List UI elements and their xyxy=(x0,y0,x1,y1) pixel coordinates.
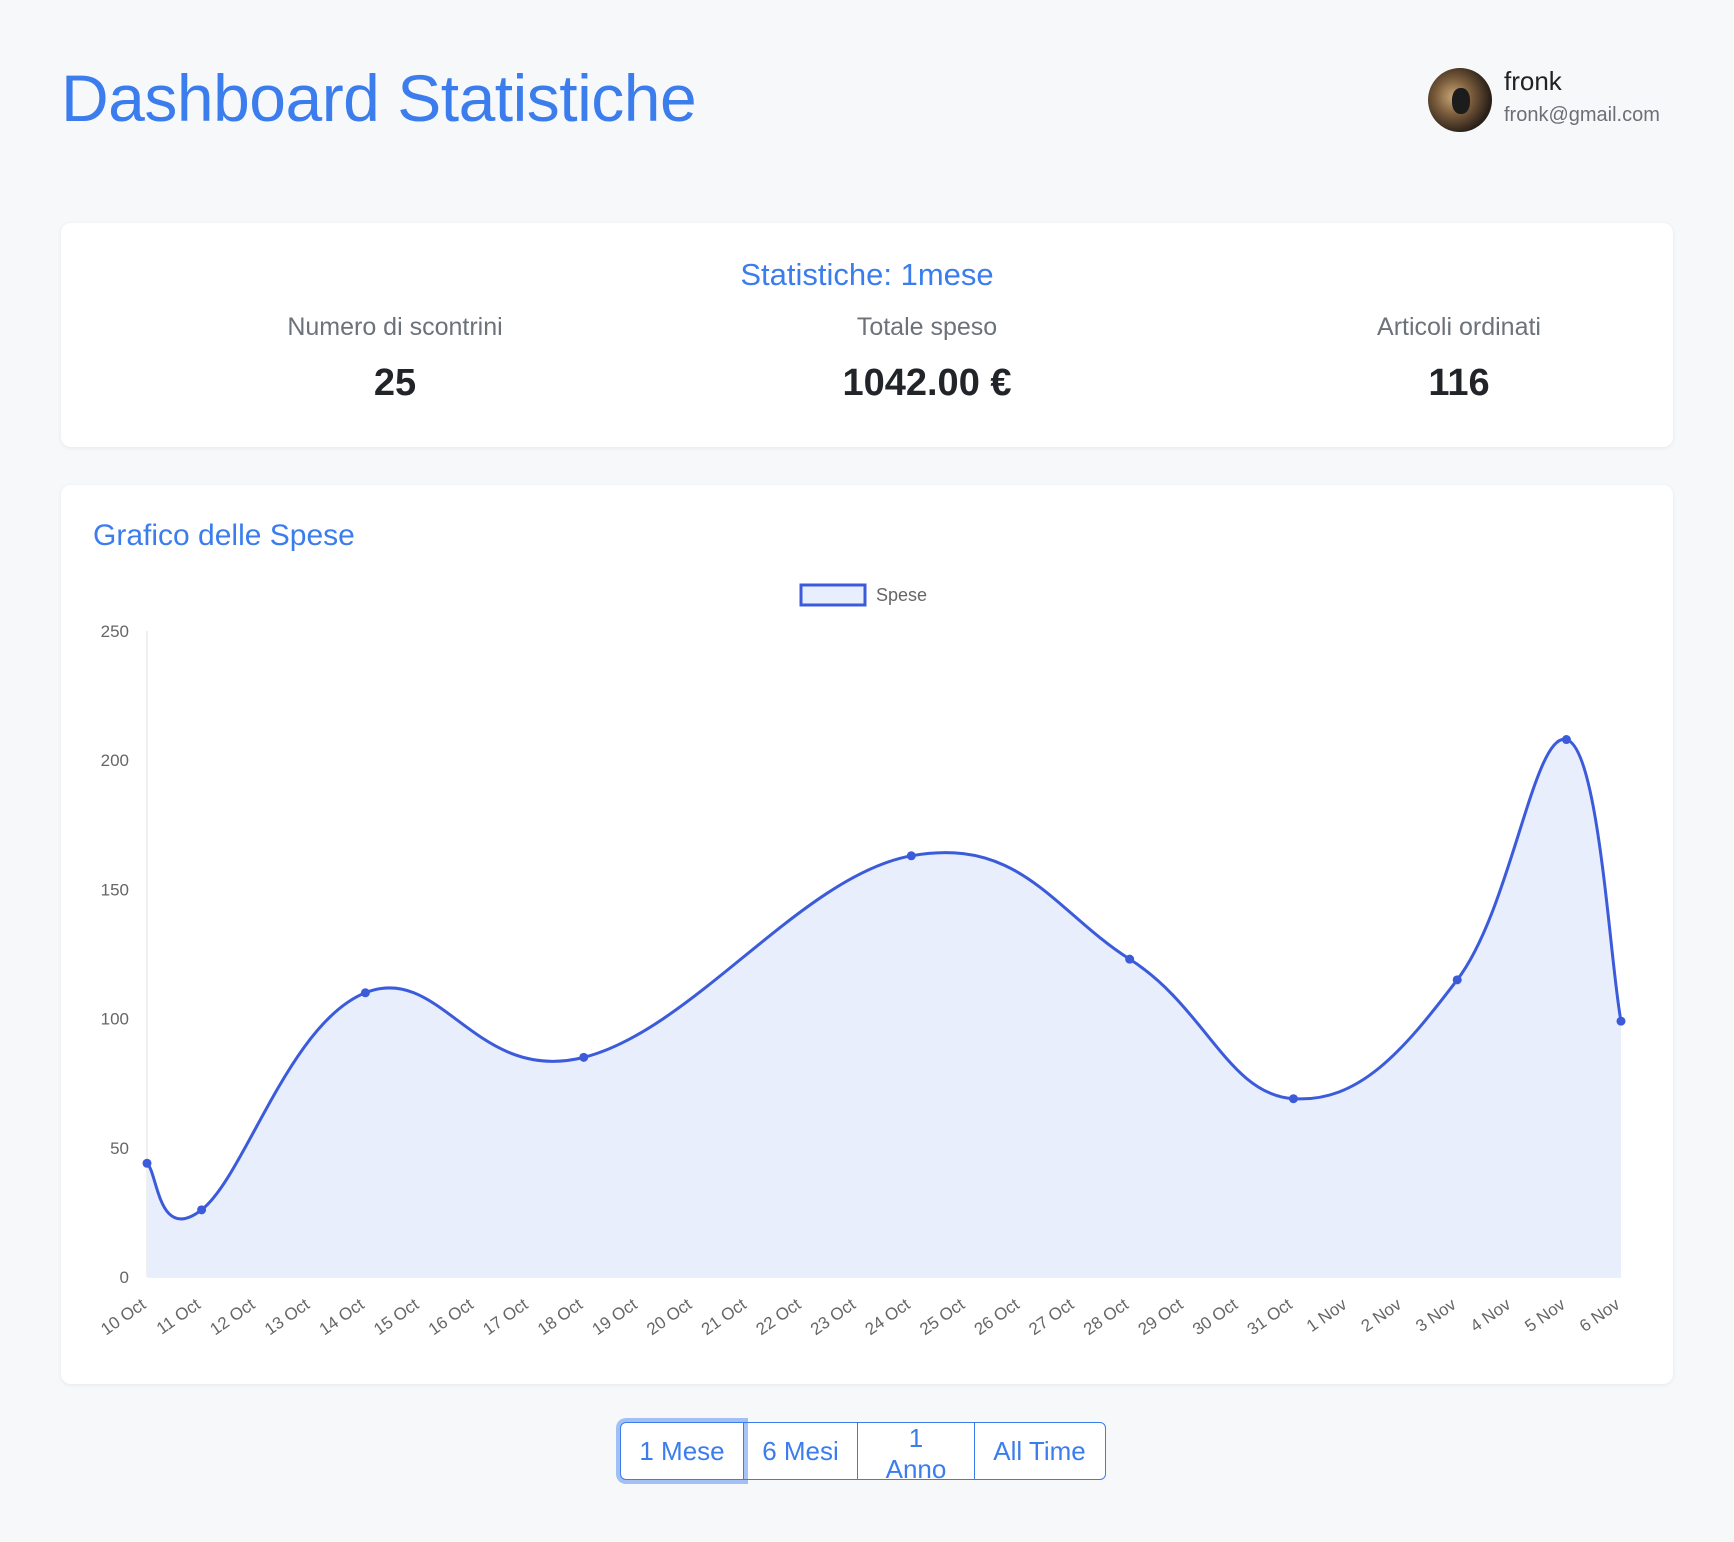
stat-label: Totale speso xyxy=(856,313,998,341)
stat-label: Numero di scontrini xyxy=(287,313,503,341)
range-1-year-button[interactable]: 1 Anno xyxy=(857,1422,975,1484)
stat-value: 25 xyxy=(373,362,417,404)
x-tick-label: 11 Oct xyxy=(153,1295,204,1339)
y-tick-label: 150 xyxy=(101,880,129,899)
x-tick-label: 26 Oct xyxy=(971,1295,1023,1339)
page-header: Dashboard Statistiche fronk fronk@gmail.… xyxy=(61,50,1673,160)
x-tick-label: 27 Oct xyxy=(1025,1295,1077,1339)
y-tick-label: 200 xyxy=(101,751,129,770)
x-tick-label: 12 Oct xyxy=(207,1295,259,1339)
avatar[interactable] xyxy=(1428,68,1492,132)
stat-total-spent: Totale speso 1042.00 € xyxy=(727,313,1127,405)
x-tick-label: 5 Nov xyxy=(1521,1294,1569,1335)
x-tick-label: 14 Oct xyxy=(316,1295,368,1339)
stat-value: 1042.00 € xyxy=(842,362,1012,404)
user-name: fronk xyxy=(1504,66,1562,96)
x-tick-label: 28 Oct xyxy=(1080,1295,1132,1339)
x-tick-label: 29 Oct xyxy=(1135,1295,1187,1339)
range-selector: 1 Mese 6 Mesi 1 Anno All Time xyxy=(620,1422,1106,1484)
data-point xyxy=(142,1158,152,1168)
y-tick-label: 50 xyxy=(110,1139,129,1158)
expense-chart: 05010015020025010 Oct 11 Oct 12 Oct 13 Oct 1… xyxy=(97,583,1626,1339)
stat-items-ordered: Articoli ordinati 116 xyxy=(1259,313,1659,405)
data-point xyxy=(1561,735,1571,745)
y-tick-label: 0 xyxy=(120,1268,129,1287)
range-1-month-button[interactable]: 1 Mese xyxy=(620,1422,744,1480)
stat-receipts: Numero di scontrini 25 xyxy=(195,313,595,405)
data-point xyxy=(1288,1094,1298,1104)
y-tick-label: 250 xyxy=(101,622,129,641)
data-point xyxy=(197,1205,207,1215)
x-tick-label: 22 Oct xyxy=(752,1295,804,1339)
x-tick-label: 2 Nov xyxy=(1358,1294,1406,1335)
y-tick-label: 100 xyxy=(101,1010,129,1029)
x-tick-label: 20 Oct xyxy=(643,1295,695,1339)
x-tick-label: 30 Oct xyxy=(1189,1295,1241,1339)
chart-title: Grafico delle Spese xyxy=(93,519,355,552)
x-tick-label: 10 Oct xyxy=(97,1295,149,1339)
range-all-time-button[interactable]: All Time xyxy=(973,1422,1106,1480)
stats-title: Statistiche: 1mese xyxy=(740,257,994,292)
data-point xyxy=(1125,954,1135,964)
data-point xyxy=(1452,975,1462,985)
legend-swatch xyxy=(799,583,867,607)
data-point xyxy=(579,1052,589,1062)
data-point xyxy=(360,988,370,998)
user-profile[interactable]: fronk fronk@gmail.com xyxy=(1428,66,1673,138)
data-point xyxy=(1616,1016,1626,1026)
legend-label: Spese xyxy=(876,585,927,605)
series-area-spese xyxy=(147,739,1621,1277)
x-tick-label: 23 Oct xyxy=(807,1295,859,1339)
chart-card: 0 50 100 150 200 250 10 Oct 11 Oct 12 Oct 13 Oct 1… xyxy=(61,485,1673,1384)
x-tick-label: 4 Nov xyxy=(1467,1294,1515,1335)
range-6-months-button[interactable]: 6 Mesi xyxy=(742,1422,859,1480)
x-tick-label: 1 Nov xyxy=(1303,1294,1351,1335)
stat-value: 116 xyxy=(1428,362,1490,404)
x-tick-label: 3 Nov xyxy=(1412,1294,1460,1335)
stats-card: Statistiche: 1mese Numero di scontrini 2… xyxy=(61,223,1673,447)
data-point xyxy=(906,851,916,861)
x-tick-label: 21 Oct xyxy=(698,1295,750,1339)
x-tick-label: 13 Oct xyxy=(261,1295,313,1339)
x-tick-label: 16 Oct xyxy=(425,1295,477,1339)
stat-label: Articoli ordinati xyxy=(1377,313,1541,341)
user-email: fronk@gmail.com xyxy=(1504,104,1660,126)
x-tick-label: 6 Nov xyxy=(1576,1294,1624,1335)
x-tick-label: 25 Oct xyxy=(916,1295,968,1339)
x-tick-label: 18 Oct xyxy=(534,1295,586,1339)
x-tick-label: 17 Oct xyxy=(480,1295,532,1339)
x-tick-label: 31 Oct xyxy=(1244,1295,1296,1339)
x-tick-label: 19 Oct xyxy=(589,1295,641,1339)
x-tick-label: 15 Oct xyxy=(370,1295,422,1339)
x-tick-label: 24 Oct xyxy=(862,1295,914,1339)
page-title: Dashboard Statistiche xyxy=(61,61,697,135)
